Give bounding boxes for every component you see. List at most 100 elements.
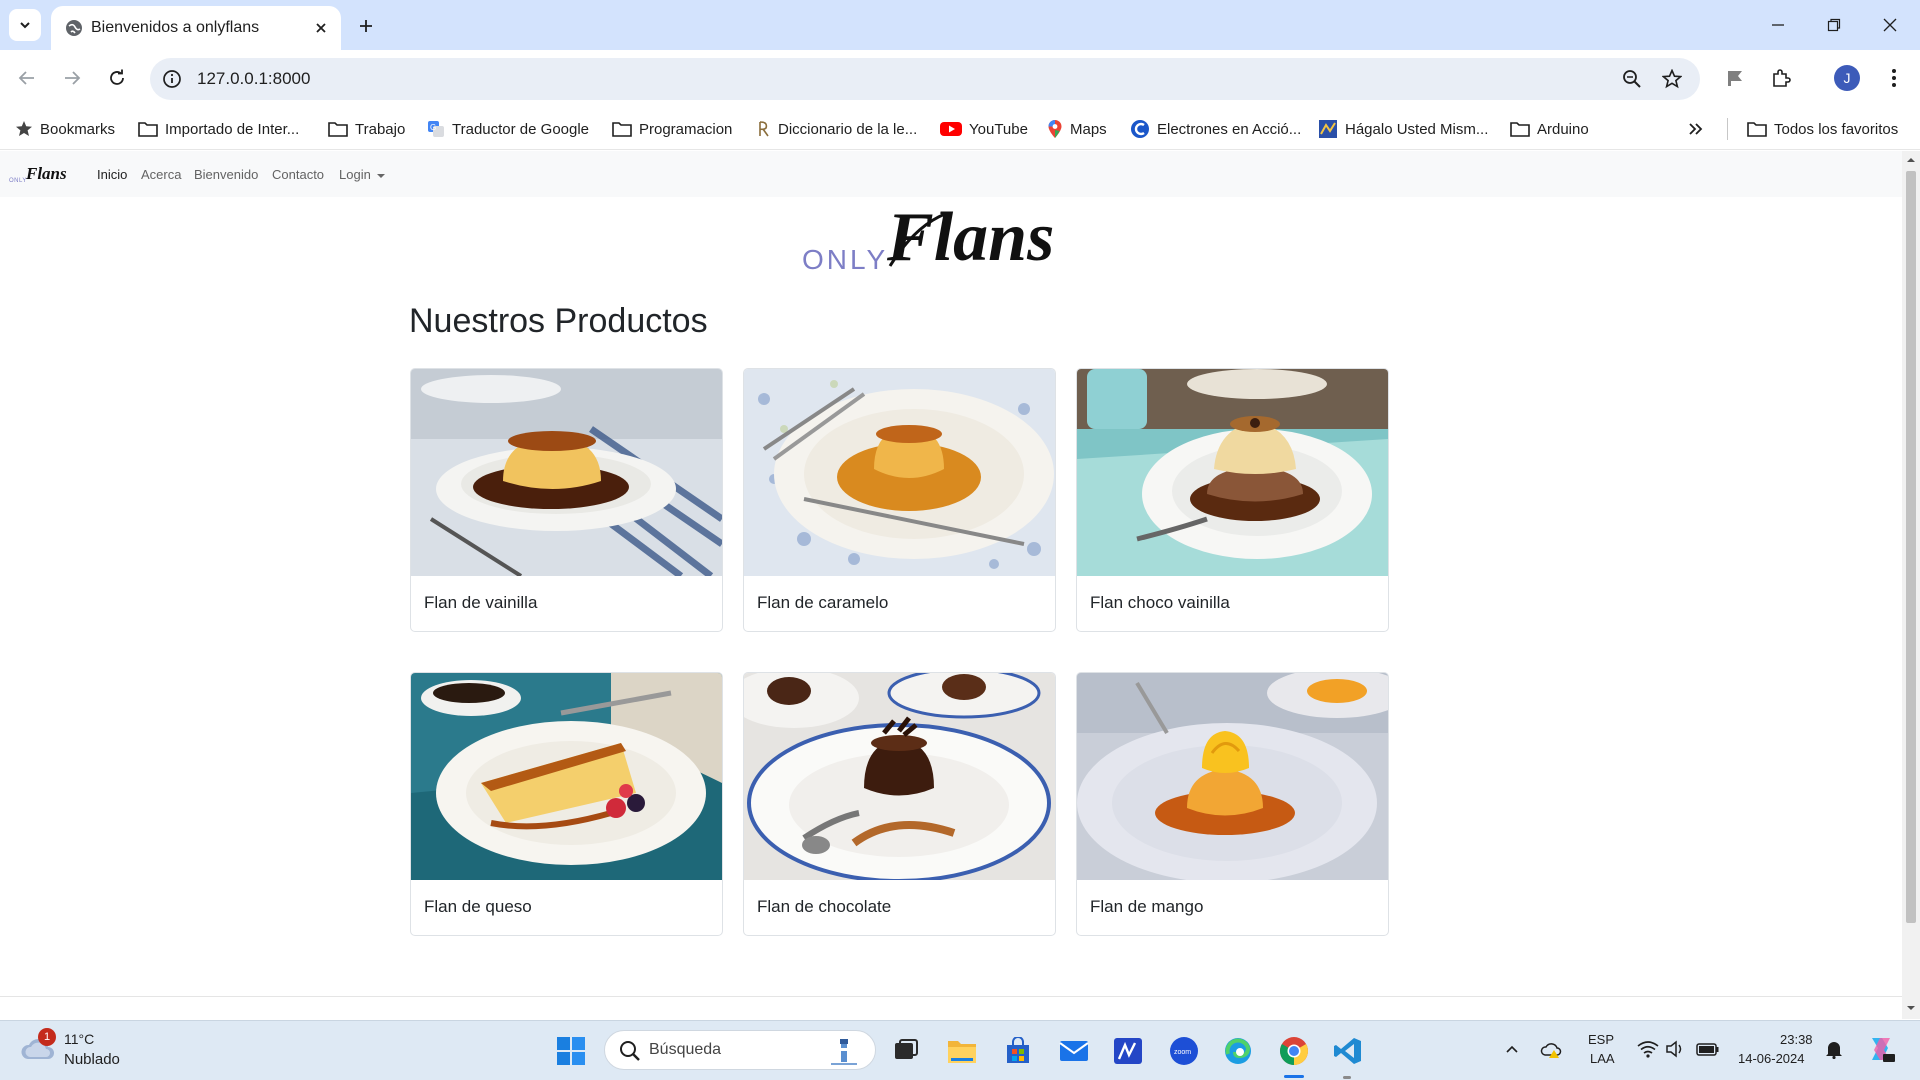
folder-icon (138, 122, 158, 137)
product-image-mango[interactable] (1077, 673, 1388, 880)
bookmark-item-hagalo[interactable]: Hágalo Usted Mism... (1318, 116, 1488, 142)
browser-menu-button[interactable] (1879, 63, 1909, 93)
keyboard-layout[interactable]: LAA (1590, 1051, 1615, 1066)
input-language[interactable]: ESP (1588, 1032, 1614, 1047)
bookmark-item-traductor[interactable]: G Traductor de Google (427, 116, 589, 142)
product-card[interactable]: Flan de vainilla (410, 368, 723, 632)
bookmark-item-diccionario[interactable]: Diccionario de la le... (757, 116, 917, 142)
bookmark-item-maps[interactable]: Maps (1047, 116, 1107, 142)
windows-start-icon[interactable] (556, 1036, 586, 1066)
bookmark-item-electrones[interactable]: Electrones en Acció... (1130, 116, 1301, 142)
clock-date[interactable]: 14-06-2024 (1738, 1051, 1805, 1066)
address-bar[interactable]: 127.0.0.1:8000 (150, 58, 1700, 100)
product-image-choco-vainilla[interactable] (1077, 369, 1388, 576)
restore-button[interactable] (1814, 10, 1854, 40)
site-brand-logo[interactable]: ONLY Flans (9, 162, 77, 186)
reload-button[interactable] (100, 61, 134, 95)
product-card[interactable]: Flan de queso (410, 672, 723, 936)
battery-status[interactable] (1696, 1037, 1720, 1061)
bookmark-label: Importado de Inter... (165, 120, 300, 138)
notifications-button[interactable] (1822, 1037, 1846, 1061)
chrome-browser-button[interactable] (1276, 1033, 1312, 1069)
bookmark-item-youtube[interactable]: YouTube (940, 116, 1028, 142)
caret-down-icon (376, 173, 385, 178)
new-tab-button[interactable] (352, 12, 380, 40)
electrones-icon (1131, 120, 1149, 138)
bookmark-item-programacion[interactable]: Programacion (612, 116, 732, 142)
wifi-status[interactable] (1636, 1037, 1660, 1061)
lighthouse-search-highlight-icon (831, 1039, 857, 1065)
page-footer-divider (0, 996, 1902, 997)
close-window-button[interactable] (1870, 10, 1910, 40)
arrow-left-icon (18, 71, 34, 85)
tray-overflow-button[interactable] (1500, 1037, 1524, 1061)
nav-link-acerca[interactable]: Acerca (141, 167, 181, 182)
editor-app-button[interactable] (1110, 1033, 1146, 1069)
nav-link-bienvenido[interactable]: Bienvenido (194, 167, 258, 182)
nav-dropdown-login[interactable]: Login (339, 167, 385, 182)
zoom-app-button[interactable]: zoom (1166, 1033, 1202, 1069)
bookmark-item-trabajo[interactable]: Trabajo (328, 116, 405, 142)
weather-description[interactable]: Nublado (64, 1051, 120, 1068)
product-card[interactable]: Flan de caramelo (743, 368, 1056, 632)
task-view-button[interactable] (888, 1033, 924, 1069)
wifi-icon (1637, 1041, 1659, 1058)
scroll-up-arrow-icon[interactable] (1906, 155, 1916, 165)
taskbar-search-box[interactable]: Búsqueda (604, 1030, 876, 1070)
section-title: Nuestros Productos (409, 301, 708, 340)
product-card[interactable]: Flan de mango (1076, 672, 1389, 936)
bookmark-item-arduino[interactable]: Arduino (1510, 116, 1589, 142)
microsoft-store-button[interactable] (1000, 1033, 1036, 1069)
edge-icon (1225, 1038, 1251, 1064)
zoom-button[interactable] (1620, 67, 1644, 91)
svg-text:G: G (430, 123, 436, 132)
url-text[interactable]: 127.0.0.1:8000 (197, 69, 310, 89)
product-image-queso[interactable] (411, 673, 722, 880)
rae-icon (759, 121, 769, 137)
tab-search-button[interactable] (9, 9, 41, 41)
bookmark-label: Trabajo (355, 120, 406, 138)
bookmarks-divider (1727, 118, 1728, 140)
bookmark-item-importado[interactable]: Importado de Inter... (138, 116, 299, 142)
onedrive-sync-button[interactable] (1540, 1037, 1564, 1061)
product-image-chocolate[interactable] (744, 673, 1055, 880)
product-card[interactable]: Flan choco vainilla (1076, 368, 1389, 632)
plus-icon (360, 20, 372, 32)
active-tab[interactable]: Bienvenidos a onlyflans (51, 6, 341, 50)
copilot-button[interactable] (1866, 1034, 1896, 1064)
bookmark-star-button[interactable] (1660, 67, 1684, 91)
forward-button[interactable] (55, 61, 89, 95)
tab-search-extension-button[interactable] (1720, 63, 1750, 93)
weather-notification-badge: 1 (38, 1028, 56, 1046)
browser-toolbar: 127.0.0.1:8000 J (0, 50, 1920, 108)
back-button[interactable] (10, 61, 44, 95)
all-bookmarks-button[interactable]: Todos los favoritos (1747, 116, 1898, 142)
edge-browser-button[interactable] (1220, 1033, 1256, 1069)
nav-link-contacto[interactable]: Contacto (272, 167, 324, 182)
zoom-icon (1623, 70, 1641, 88)
product-card[interactable]: Flan de chocolate (743, 672, 1056, 936)
minimize-button[interactable] (1758, 10, 1798, 40)
vscode-button[interactable] (1330, 1033, 1366, 1069)
profile-avatar[interactable]: J (1834, 65, 1860, 91)
mail-button[interactable] (1056, 1033, 1092, 1069)
extensions-button[interactable] (1766, 63, 1796, 93)
weather-temperature[interactable]: 11°C (64, 1031, 94, 1047)
file-explorer-button[interactable] (944, 1033, 980, 1069)
tab-close-button[interactable] (310, 17, 332, 39)
bookmark-item-bookmarks[interactable]: Bookmarks (15, 116, 115, 142)
bookmark-label: Traductor de Google (452, 120, 590, 138)
page-scrollbar[interactable] (1902, 151, 1920, 1019)
volume-status[interactable] (1664, 1037, 1688, 1061)
scroll-down-arrow-icon[interactable] (1906, 1003, 1916, 1013)
clock-time[interactable]: 23:38 (1780, 1032, 1813, 1047)
more-bookmarks-button[interactable] (1688, 116, 1704, 142)
nav-link-inicio[interactable]: Inicio (97, 167, 127, 182)
product-image-vainilla[interactable] (411, 369, 722, 576)
scrollbar-thumb[interactable] (1906, 171, 1916, 923)
hero-logo: ONLY Flans (802, 199, 1054, 276)
product-image-caramelo[interactable] (744, 369, 1055, 576)
reload-icon (110, 69, 124, 85)
site-info-icon[interactable] (162, 69, 182, 89)
hero-logo-only: ONLY (802, 244, 888, 275)
